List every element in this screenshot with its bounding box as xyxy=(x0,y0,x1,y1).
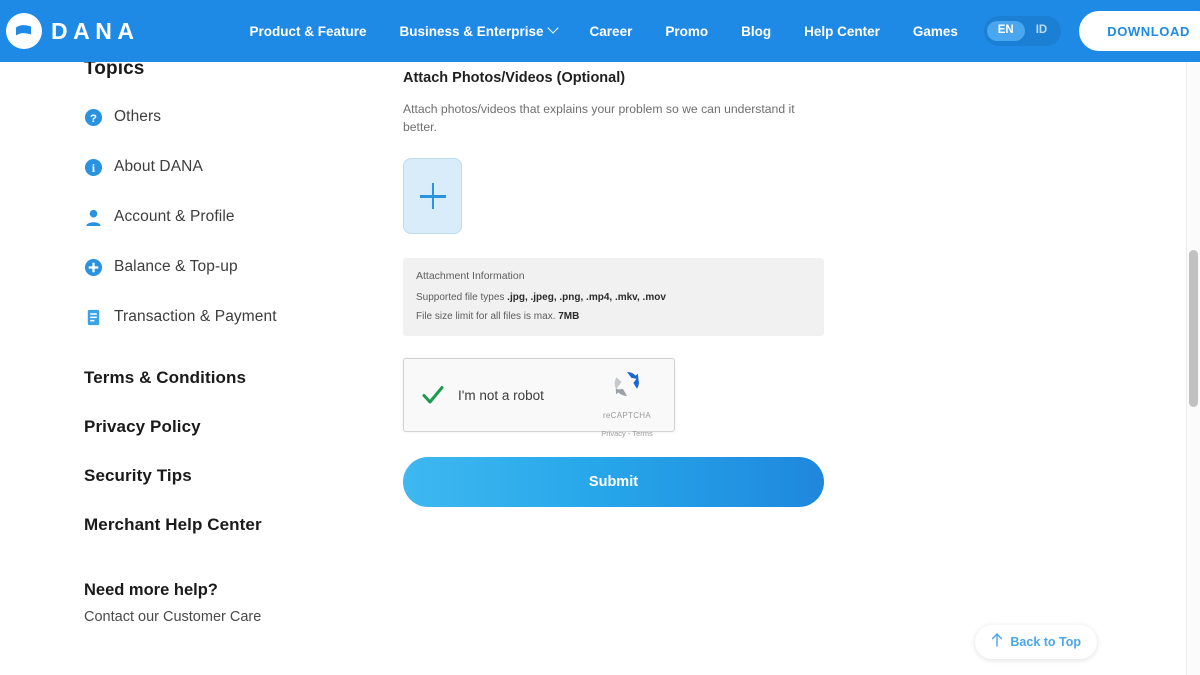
sidebar-link-merchant-help-center[interactable]: Merchant Help Center xyxy=(84,515,390,535)
language-toggle[interactable]: EN ID xyxy=(983,16,1062,46)
file-size-limit-value: 7MB xyxy=(558,311,580,323)
back-to-top-button[interactable]: Back to Top xyxy=(975,625,1097,659)
recaptcha-privacy-terms[interactable]: Privacy - Terms xyxy=(601,429,653,438)
sidebar-item-about-dana[interactable]: i About DANA xyxy=(84,152,390,182)
sidebar-item-transaction-payment[interactable]: Transaction & Payment xyxy=(84,302,390,332)
main-form-area: Attach Photos/Videos (Optional) Attach p… xyxy=(403,62,843,508)
nav-item-label: Product & Feature xyxy=(249,23,367,39)
green-check-icon[interactable] xyxy=(420,382,446,408)
sidebar-item-account-profile[interactable]: Account & Profile xyxy=(84,202,390,232)
sidebar-item-label: About DANA xyxy=(114,158,203,175)
page-root: DANA Product & Feature Business & Enterp… xyxy=(0,0,1200,675)
info-circle-icon: i xyxy=(84,158,103,177)
nav-item-label: Promo xyxy=(665,23,709,39)
nav-item-label: Career xyxy=(589,23,633,39)
plus-circle-icon xyxy=(84,258,103,277)
sidebar: Topics ? Others i About DANA Account & P… xyxy=(0,58,390,675)
document-icon xyxy=(84,308,103,327)
contact-customer-care-text[interactable]: Contact our Customer Care xyxy=(84,609,390,625)
nav-item-career[interactable]: Career xyxy=(590,24,633,39)
sidebar-item-label: Balance & Top-up xyxy=(114,258,238,275)
page-scrollbar-thumb[interactable] xyxy=(1189,250,1198,407)
sidebar-item-others[interactable]: ? Others xyxy=(84,102,390,132)
sidebar-item-label: Others xyxy=(114,108,162,125)
supported-file-types-line: Supported file types .jpg, .jpeg, .png, … xyxy=(416,292,811,303)
page-scrollbar-track[interactable] xyxy=(1186,62,1200,675)
question-circle-icon: ? xyxy=(84,108,103,127)
supported-file-types-value: .jpg, .jpeg, .png, .mp4, .mkv, .mov xyxy=(507,292,666,304)
nav-item-label: Business & Enterprise xyxy=(399,23,544,39)
svg-text:?: ? xyxy=(90,112,97,124)
recaptcha-branding: reCAPTCHA Privacy - Terms xyxy=(590,368,664,441)
submit-button[interactable]: Submit xyxy=(403,457,824,508)
need-more-help-title: Need more help? xyxy=(84,581,218,599)
sidebar-link-security-tips[interactable]: Security Tips xyxy=(84,466,390,486)
top-navigation-bar: DANA Product & Feature Business & Enterp… xyxy=(0,0,1200,62)
page-left-edge xyxy=(0,62,6,675)
sidebar-item-label: Account & Profile xyxy=(114,208,235,225)
nav-item-label: Help Center xyxy=(804,23,880,39)
recaptcha-label: I'm not a robot xyxy=(458,387,544,403)
recaptcha-brand-name: reCAPTCHA xyxy=(602,411,652,421)
sidebar-topic-list: ? Others i About DANA Account & Profile xyxy=(84,102,390,332)
supported-file-types-label: Supported file types xyxy=(416,292,505,304)
attach-section-title: Attach Photos/Videos (Optional) xyxy=(403,70,626,86)
sidebar-item-label: Transaction & Payment xyxy=(114,308,277,325)
nav-item-label: Blog xyxy=(741,23,772,39)
language-option-id[interactable]: ID xyxy=(1025,21,1059,41)
sidebar-link-terms-conditions[interactable]: Terms & Conditions xyxy=(84,368,390,388)
nav-item-product-feature[interactable]: Product & Feature xyxy=(249,24,366,39)
sidebar-link-privacy-policy[interactable]: Privacy Policy xyxy=(84,417,390,437)
attachment-information-panel: Attachment Information Supported file ty… xyxy=(403,258,824,337)
nav-item-label: Games xyxy=(912,23,958,39)
attachment-upload-button[interactable] xyxy=(403,158,462,235)
attach-section-description: Attach photos/videos that explains your … xyxy=(403,102,795,134)
nav-item-games[interactable]: Games xyxy=(913,24,958,39)
nav-item-blog[interactable]: Blog xyxy=(741,24,771,39)
brand-logo-link[interactable]: DANA xyxy=(6,0,139,62)
sidebar-links-list: Terms & Conditions Privacy Policy Securi… xyxy=(84,368,390,535)
back-to-top-label: Back to Top xyxy=(1010,635,1081,649)
need-more-help-block: Need more help? Contact our Customer Car… xyxy=(84,581,390,625)
language-option-en[interactable]: EN xyxy=(986,21,1025,41)
sidebar-item-balance-topup[interactable]: Balance & Top-up xyxy=(84,252,390,282)
recaptcha-logo-icon xyxy=(590,368,664,405)
brand-name: DANA xyxy=(51,17,140,44)
user-icon xyxy=(84,208,103,227)
nav-item-promo[interactable]: Promo xyxy=(665,24,708,39)
file-size-limit-line: File size limit for all files is max. 7M… xyxy=(416,311,811,322)
download-button[interactable]: DOWNLOAD xyxy=(1079,11,1200,51)
plus-icon xyxy=(419,183,446,210)
chevron-down-icon xyxy=(546,22,559,34)
attachment-info-title: Attachment Information xyxy=(416,270,525,283)
nav-right-group: EN ID DOWNLOAD xyxy=(983,0,1200,62)
arrow-up-icon xyxy=(991,632,1003,652)
nav-links: Product & Feature Business & Enterprise … xyxy=(249,22,958,39)
nav-item-help-center[interactable]: Help Center xyxy=(804,24,880,39)
file-size-limit-label: File size limit for all files is max. xyxy=(416,311,556,323)
svg-text:i: i xyxy=(92,162,95,174)
dana-logo-icon xyxy=(6,13,42,49)
nav-item-business-enterprise[interactable]: Business & Enterprise xyxy=(399,22,559,39)
recaptcha-widget[interactable]: I'm not a robot reCAPTCHA Privacy - Term… xyxy=(403,358,675,438)
